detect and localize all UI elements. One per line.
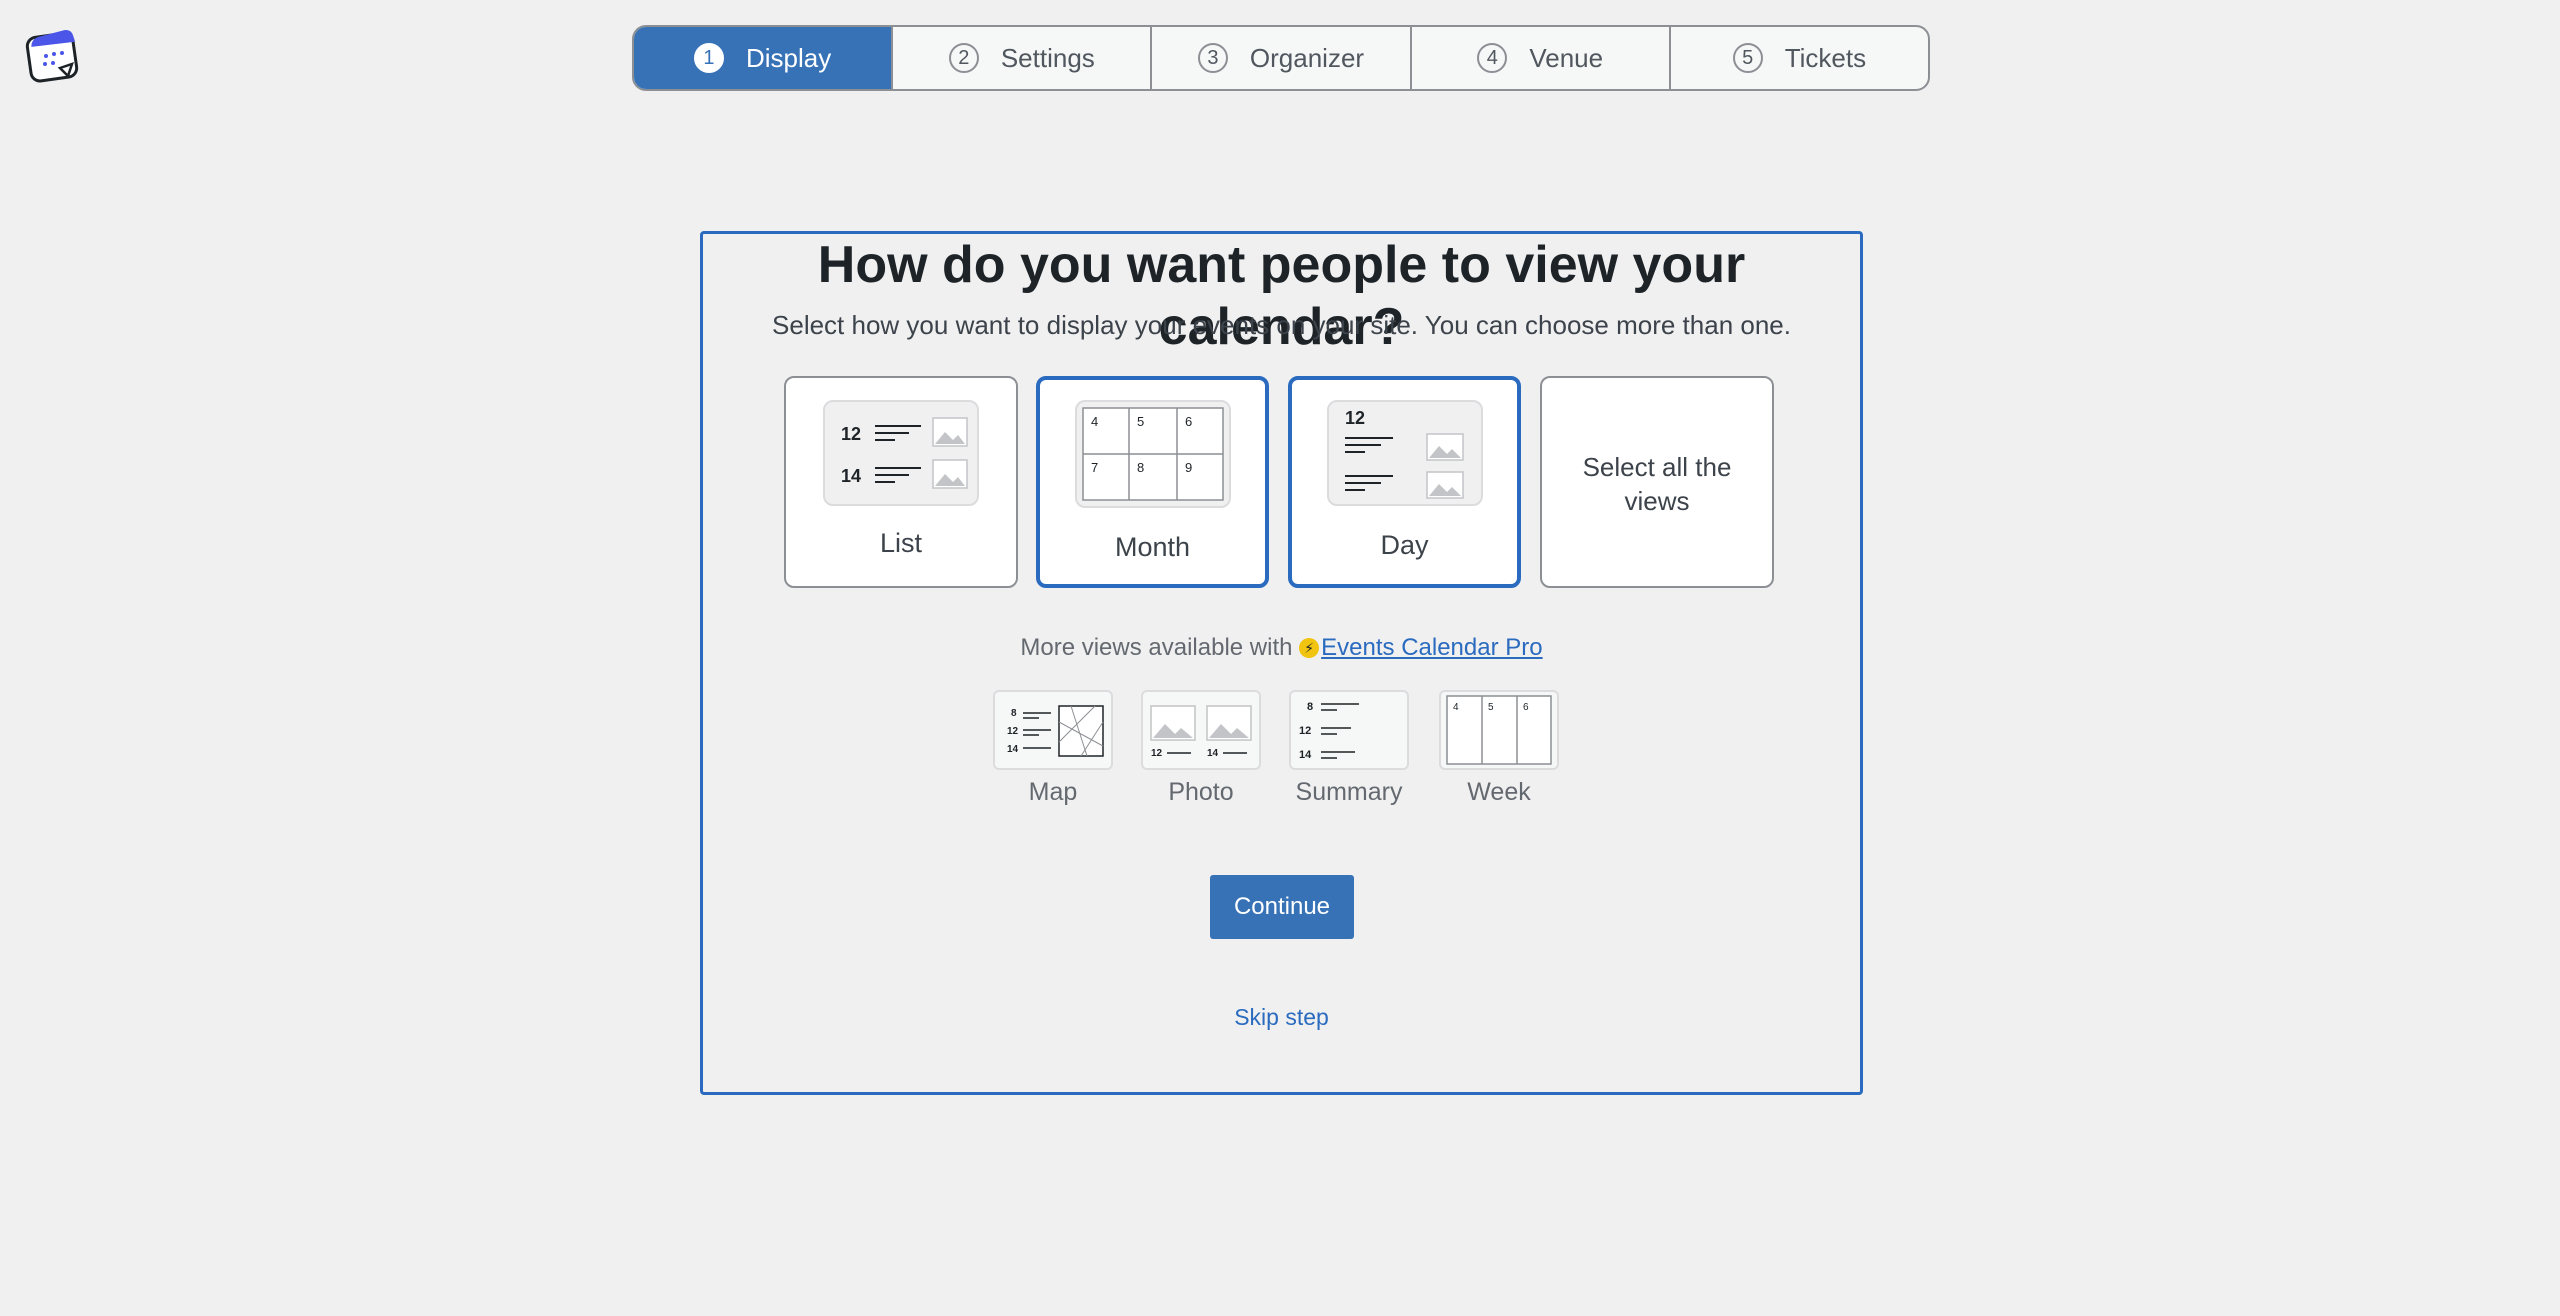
- list-view-icon: 12 14: [823, 400, 979, 506]
- step-organizer[interactable]: 3 Organizer: [1150, 27, 1409, 89]
- photo-thumb-number: 12: [1151, 748, 1163, 759]
- map-view-icon: 8 12 14: [993, 690, 1113, 770]
- continue-button[interactable]: Continue: [1210, 875, 1354, 939]
- view-option-month[interactable]: 4 5 6 7 8 9 Month: [1036, 376, 1269, 588]
- step-label: Display: [745, 42, 832, 73]
- pro-view-label: Map: [1028, 778, 1078, 806]
- month-thumb-number: 7: [1091, 460, 1098, 475]
- photo-view-icon: 12 14: [1141, 690, 1261, 770]
- step-number: 3: [1197, 43, 1228, 73]
- day-view-icon: 12: [1326, 400, 1483, 506]
- view-option-day[interactable]: 12 Day: [1288, 376, 1521, 588]
- pro-upsell-text: More views available with: [1020, 634, 1293, 661]
- step-label: Organizer: [1249, 42, 1365, 73]
- summary-thumb-number: 8: [1307, 701, 1313, 713]
- step-label: Venue: [1529, 42, 1604, 73]
- select-all-views-button[interactable]: Select all the views: [1540, 376, 1774, 588]
- calendar-logo-icon: [25, 30, 79, 83]
- view-option-label: Day: [1380, 530, 1429, 560]
- step-display[interactable]: 1 Display: [634, 27, 892, 89]
- view-option-label: Select all the views: [1582, 452, 1732, 516]
- events-calendar-pro-link[interactable]: Events Calendar Pro: [1321, 634, 1542, 661]
- view-option-label: Month: [1114, 532, 1191, 562]
- step-venue[interactable]: 4 Venue: [1409, 27, 1669, 89]
- step-number: 5: [1732, 43, 1763, 73]
- month-thumb-number: 4: [1091, 414, 1098, 429]
- step-number: 4: [1477, 43, 1508, 73]
- map-thumb-number: 8: [1011, 708, 1017, 719]
- map-thumb-number: 12: [1007, 726, 1019, 737]
- view-options: 12 14 List 4 5 6 7 8 9 Month 12 Day Sele…: [784, 376, 1784, 588]
- step-label: Tickets: [1784, 42, 1867, 73]
- list-thumb-number: 14: [841, 466, 861, 486]
- pro-view-label: Week: [1467, 778, 1531, 806]
- skip-step-link[interactable]: Skip step: [703, 1004, 1860, 1031]
- summary-thumb-number: 14: [1299, 749, 1312, 761]
- week-thumb-number: 4: [1453, 702, 1459, 713]
- month-thumb-number: 9: [1185, 460, 1192, 475]
- month-view-icon: 4 5 6 7 8 9: [1074, 400, 1231, 508]
- month-thumb-number: 8: [1137, 460, 1144, 475]
- week-thumb-number: 5: [1488, 702, 1494, 713]
- step-label: Settings: [1000, 42, 1095, 73]
- map-thumb-number: 14: [1007, 744, 1019, 755]
- setup-stepper: 1 Display 2 Settings 3 Organizer 4 Venue…: [632, 25, 1930, 91]
- pro-views: 8 12 14 Map 12 14 Photo 8 12 14 Summary …: [993, 690, 1559, 810]
- step-number: 1: [693, 43, 724, 73]
- view-option-list[interactable]: 12 14 List: [784, 376, 1018, 588]
- summary-view-icon: 8 12 14: [1289, 690, 1409, 770]
- list-thumb-number: 12: [841, 424, 861, 444]
- pro-view-summary: 8 12 14 Summary: [1289, 690, 1409, 810]
- week-view-icon: 4 5 6: [1439, 690, 1559, 770]
- view-option-label: List: [879, 528, 923, 558]
- step-tickets[interactable]: 5 Tickets: [1668, 27, 1928, 89]
- bolt-icon: ⚡: [1299, 638, 1320, 658]
- pro-view-photo: 12 14 Photo: [1141, 690, 1261, 810]
- month-thumb-number: 5: [1137, 414, 1144, 429]
- pro-upsell-line: More views available with ⚡ Events Calend…: [703, 634, 1860, 662]
- step-settings[interactable]: 2 Settings: [891, 27, 1150, 89]
- step-number: 2: [948, 43, 979, 73]
- pro-view-label: Summary: [1295, 778, 1403, 806]
- week-thumb-number: 6: [1523, 702, 1529, 713]
- pro-view-label: Photo: [1168, 778, 1234, 806]
- pro-view-week: 4 5 6 Week: [1439, 690, 1559, 810]
- page-subtitle: Select how you want to display your even…: [772, 310, 1791, 340]
- display-settings-card: How do you want people to view your cale…: [700, 231, 1863, 1095]
- summary-thumb-number: 12: [1299, 725, 1311, 737]
- month-thumb-number: 6: [1185, 414, 1192, 429]
- photo-thumb-number: 14: [1207, 748, 1219, 759]
- pro-view-map: 8 12 14 Map: [993, 690, 1113, 810]
- day-thumb-number: 12: [1345, 408, 1365, 428]
